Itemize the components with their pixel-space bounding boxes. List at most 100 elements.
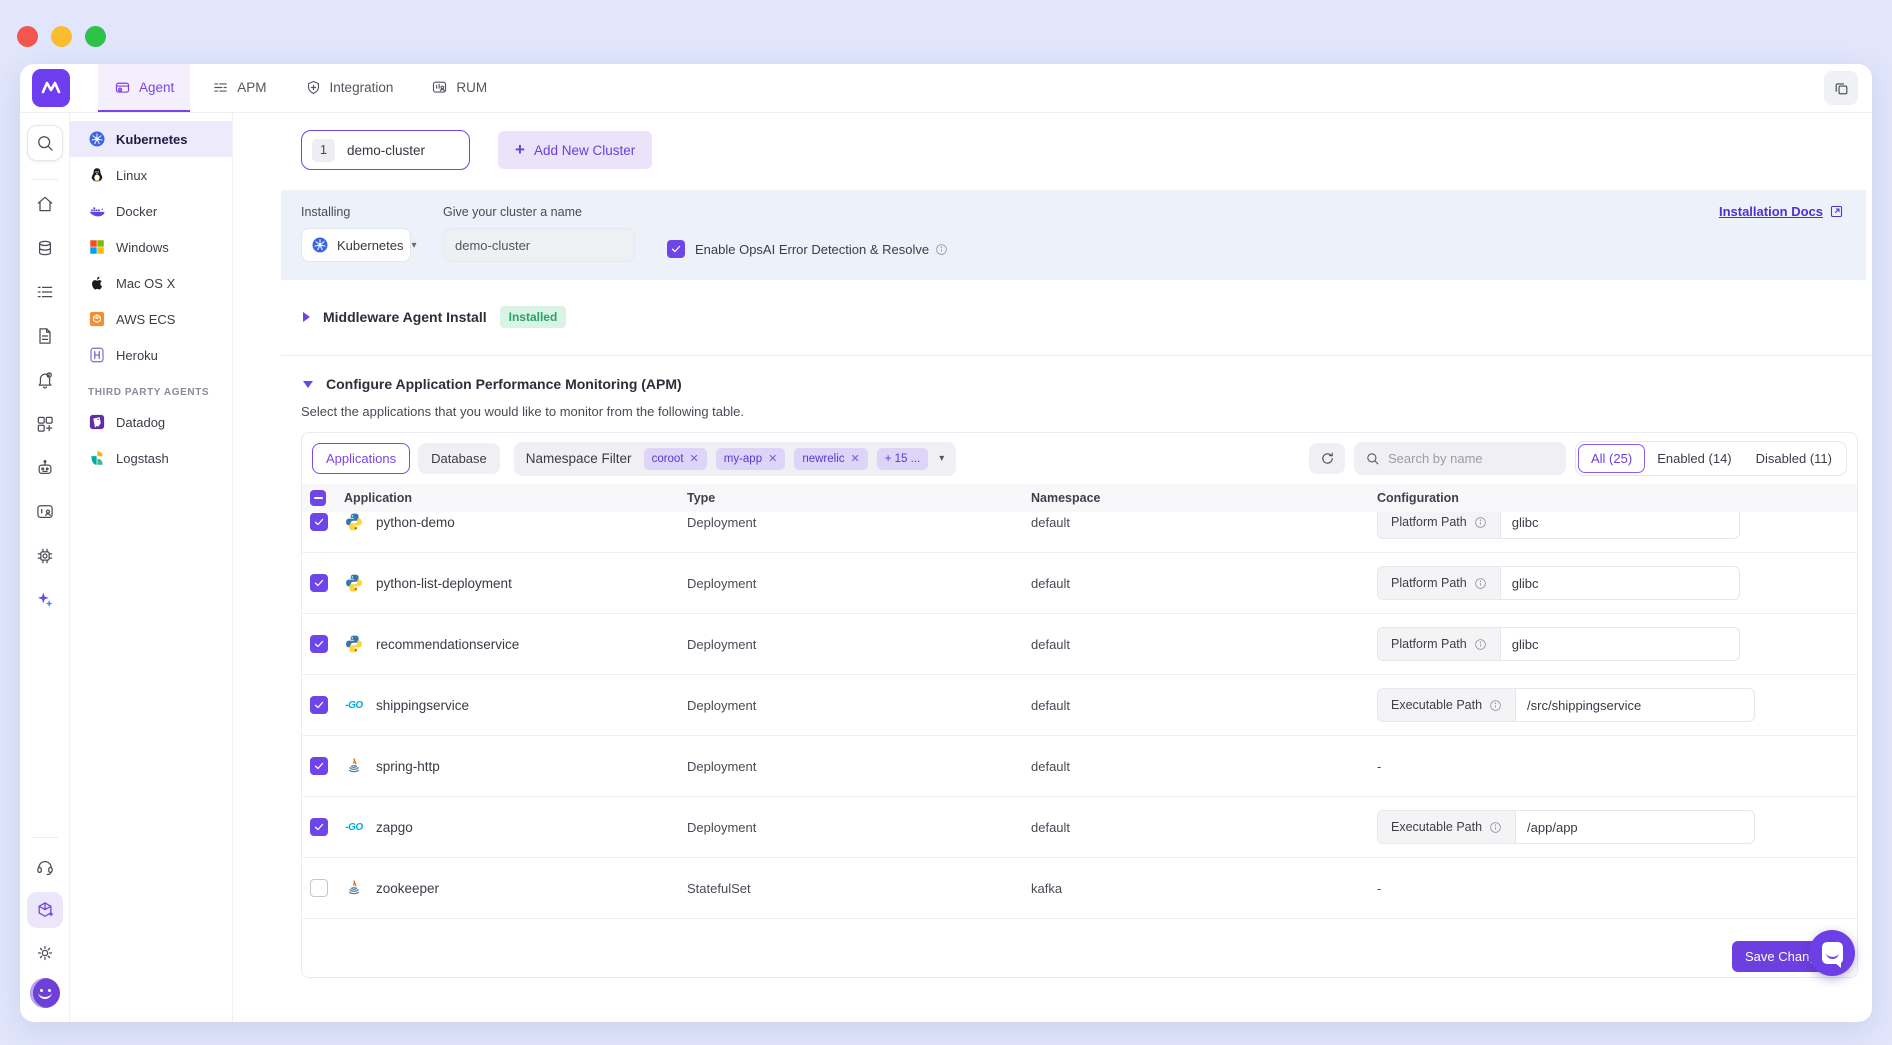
installing-field: Installing Kubernetes ▾ bbox=[301, 205, 411, 262]
rum-monitor-icon[interactable] bbox=[35, 502, 55, 522]
remove-tag-icon[interactable]: ✕ bbox=[768, 452, 777, 465]
config-type-chip[interactable]: Platform Path bbox=[1377, 627, 1500, 661]
row-checkbox[interactable] bbox=[310, 757, 328, 775]
cluster-tab-demo-cluster[interactable]: 1 demo-cluster bbox=[301, 130, 470, 170]
add-new-cluster-button[interactable]: + Add New Cluster bbox=[498, 131, 652, 169]
row-checkbox[interactable] bbox=[310, 574, 328, 592]
settings-gear-icon[interactable] bbox=[35, 943, 55, 963]
workload-type: Deployment bbox=[687, 820, 1031, 835]
row-checkbox[interactable] bbox=[310, 696, 328, 714]
tab-apm[interactable]: APM bbox=[196, 64, 282, 112]
search-input[interactable] bbox=[1388, 451, 1538, 466]
add-new-cluster-label: Add New Cluster bbox=[534, 143, 635, 158]
integrations-grid-icon[interactable] bbox=[35, 414, 55, 434]
namespace-value: default bbox=[1031, 759, 1377, 774]
config-type-chip[interactable]: Executable Path bbox=[1377, 810, 1515, 844]
sidebar-item-label: Windows bbox=[116, 240, 169, 255]
refresh-button[interactable] bbox=[1309, 443, 1345, 474]
config-value-input[interactable] bbox=[1515, 810, 1755, 844]
search-icon bbox=[35, 133, 55, 153]
table-body: python-demo Deployment default Platform … bbox=[302, 512, 1857, 919]
sidebar-item-linux[interactable]: Linux bbox=[70, 157, 232, 193]
row-checkbox[interactable] bbox=[310, 879, 328, 897]
config-value-input[interactable] bbox=[1515, 688, 1755, 722]
installing-label: Installing bbox=[301, 205, 411, 219]
cluster-name-input[interactable] bbox=[443, 228, 635, 262]
remove-tag-icon[interactable]: ✕ bbox=[690, 452, 699, 465]
tab-rum[interactable]: RUM bbox=[415, 64, 503, 112]
intercom-chat-button[interactable] bbox=[1809, 930, 1855, 976]
config-type-chip[interactable]: Platform Path bbox=[1377, 566, 1500, 600]
infrastructure-icon[interactable] bbox=[35, 238, 55, 258]
minimize-window-button[interactable] bbox=[51, 26, 72, 47]
third-party-agents-label: THIRD PARTY AGENTS bbox=[70, 373, 232, 404]
column-configuration: Configuration bbox=[1377, 491, 1847, 505]
filter-all[interactable]: All (25) bbox=[1578, 444, 1645, 473]
installation-rail-button[interactable] bbox=[27, 892, 63, 928]
config-type-chip[interactable]: Platform Path bbox=[1377, 512, 1500, 539]
tab-integration[interactable]: Integration bbox=[289, 64, 410, 112]
config-empty: - bbox=[1377, 881, 1847, 896]
row-checkbox[interactable] bbox=[310, 818, 328, 836]
opsai-checkbox[interactable] bbox=[667, 240, 685, 258]
namespace-tag[interactable]: coroot✕ bbox=[644, 448, 707, 470]
table-row: recommendationservice Deployment default… bbox=[302, 614, 1857, 675]
workload-type: Deployment bbox=[687, 698, 1031, 713]
sidebar-item-datadog[interactable]: Datadog bbox=[70, 404, 232, 440]
sidebar-item-macosx[interactable]: Mac OS X bbox=[70, 265, 232, 301]
sidebar-item-aws-ecs[interactable]: AWS ECS bbox=[70, 301, 232, 337]
config-value-input[interactable] bbox=[1500, 566, 1740, 600]
middleware-logo[interactable] bbox=[32, 69, 70, 107]
namespace-tag[interactable]: my-app✕ bbox=[716, 448, 786, 470]
copy-icon bbox=[1833, 80, 1850, 97]
ai-sparkle-icon[interactable] bbox=[35, 590, 55, 610]
home-icon[interactable] bbox=[35, 194, 55, 214]
profile-avatar[interactable] bbox=[30, 978, 60, 1008]
config-empty: - bbox=[1377, 759, 1847, 774]
maximize-window-button[interactable] bbox=[85, 26, 106, 47]
sidebar-item-kubernetes[interactable]: Kubernetes bbox=[70, 121, 232, 157]
copy-layout-button[interactable] bbox=[1824, 71, 1858, 105]
sidebar-item-heroku[interactable]: Heroku bbox=[70, 337, 232, 373]
collapse-arrow-icon[interactable] bbox=[303, 312, 310, 322]
refresh-icon bbox=[1320, 451, 1335, 466]
namespace-tag-more[interactable]: + 15 ... bbox=[877, 448, 928, 470]
row-checkbox[interactable] bbox=[310, 635, 328, 653]
logs-icon[interactable] bbox=[35, 282, 55, 302]
filter-disabled[interactable]: Disabled (11) bbox=[1744, 444, 1844, 473]
sidebar-item-docker[interactable]: Docker bbox=[70, 193, 232, 229]
reports-icon[interactable] bbox=[35, 326, 55, 346]
namespace-value: default bbox=[1031, 515, 1377, 530]
assistant-robot-icon[interactable] bbox=[35, 458, 55, 478]
filter-enabled[interactable]: Enabled (14) bbox=[1645, 444, 1743, 473]
tab-agent[interactable]: Agent bbox=[98, 64, 190, 112]
sidebar-item-windows[interactable]: Windows bbox=[70, 229, 232, 265]
tab-database[interactable]: Database bbox=[418, 443, 500, 474]
remove-tag-icon[interactable]: ✕ bbox=[851, 452, 860, 465]
installation-docs-link[interactable]: Installation Docs bbox=[1719, 204, 1844, 219]
expand-arrow-icon[interactable] bbox=[303, 381, 313, 388]
global-search-button[interactable] bbox=[27, 125, 63, 161]
config-type-chip[interactable]: Executable Path bbox=[1377, 688, 1515, 722]
config-value-input[interactable] bbox=[1500, 512, 1740, 539]
platform-select[interactable]: Kubernetes ▾ bbox=[301, 228, 411, 262]
select-all-checkbox[interactable] bbox=[310, 490, 326, 506]
config-value-input[interactable] bbox=[1500, 627, 1740, 661]
platform-select-value: Kubernetes bbox=[337, 238, 404, 253]
tab-applications[interactable]: Applications bbox=[312, 443, 410, 474]
workload-type: Deployment bbox=[687, 576, 1031, 591]
close-window-button[interactable] bbox=[17, 26, 38, 47]
namespace-tag[interactable]: newrelic✕ bbox=[794, 448, 867, 470]
sidebar-item-logstash[interactable]: Logstash bbox=[70, 440, 232, 476]
support-headset-icon[interactable] bbox=[35, 857, 55, 877]
row-checkbox[interactable] bbox=[310, 513, 328, 531]
apple-icon bbox=[88, 274, 106, 292]
workload-type: Deployment bbox=[687, 637, 1031, 652]
processes-chip-icon[interactable] bbox=[35, 546, 55, 566]
chevron-down-icon[interactable]: ▾ bbox=[939, 453, 944, 464]
search-by-name-box bbox=[1354, 442, 1566, 475]
info-icon bbox=[1489, 699, 1502, 712]
chevron-down-icon: ▾ bbox=[412, 240, 417, 251]
alerts-bell-icon[interactable] bbox=[35, 370, 55, 390]
table-row: -GOzapgo Deployment default Executable P… bbox=[302, 797, 1857, 858]
